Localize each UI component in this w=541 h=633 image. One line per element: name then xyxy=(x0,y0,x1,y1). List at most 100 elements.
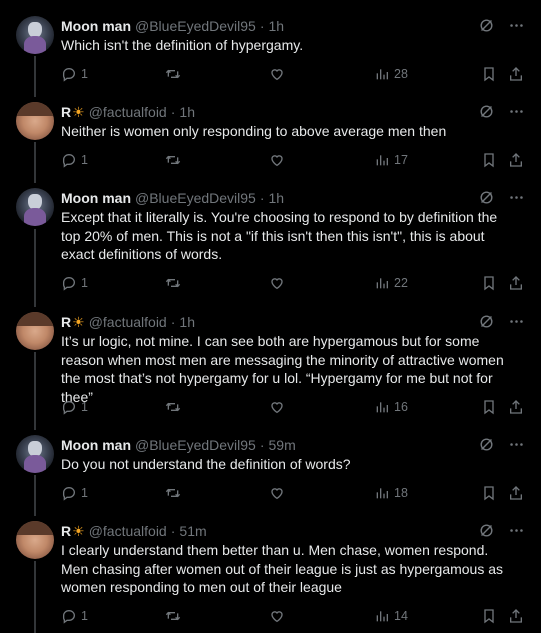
bookmark-button[interactable] xyxy=(481,152,497,168)
views-button[interactable]: 22 xyxy=(374,275,408,291)
like-button[interactable] xyxy=(269,399,285,415)
retweet-button[interactable] xyxy=(165,485,181,501)
display-name[interactable]: Moon man xyxy=(61,190,131,206)
share-button[interactable] xyxy=(508,152,524,168)
timestamp[interactable]: 1h xyxy=(179,314,195,330)
reply-count: 1 xyxy=(81,400,88,414)
like-button[interactable] xyxy=(269,66,285,82)
share-icon xyxy=(510,609,522,623)
tweet-header: Moon man @BlueEyedDevil95 · 1h xyxy=(61,188,525,208)
reply-icon xyxy=(62,153,76,168)
views-icon xyxy=(376,278,388,289)
retweet-button[interactable] xyxy=(165,608,181,624)
user-handle[interactable]: @factualfoid xyxy=(89,104,167,120)
avatar[interactable] xyxy=(16,102,54,140)
separator-dot: · xyxy=(170,523,176,539)
reply-button[interactable]: 1 xyxy=(61,399,88,415)
tweet-text: It’s ur logic, not mine. I can see both … xyxy=(61,333,504,405)
retweet-button[interactable] xyxy=(165,275,181,291)
more-icon[interactable] xyxy=(507,435,525,453)
share-icon xyxy=(510,153,522,167)
display-name[interactable]: R xyxy=(61,104,71,120)
views-count: 16 xyxy=(394,400,408,414)
grok-icon[interactable] xyxy=(477,435,495,453)
share-button[interactable] xyxy=(508,275,524,291)
reply-button[interactable]: 1 xyxy=(61,152,88,168)
share-button[interactable] xyxy=(508,399,524,415)
grok-icon[interactable] xyxy=(477,188,495,206)
like-button[interactable] xyxy=(269,275,285,291)
action-bar: 1 28 xyxy=(61,66,525,86)
retweet-button[interactable] xyxy=(165,152,181,168)
avatar[interactable] xyxy=(16,435,54,473)
reply-button[interactable]: 1 xyxy=(61,66,88,82)
avatar[interactable] xyxy=(16,521,54,559)
display-name[interactable]: R xyxy=(61,314,71,330)
share-button[interactable] xyxy=(508,608,524,624)
bookmark-button[interactable] xyxy=(481,608,497,624)
more-icon[interactable] xyxy=(507,16,525,34)
bookmark-button[interactable] xyxy=(481,485,497,501)
tweet[interactable]: Moon man @BlueEyedDevil95 · 1h Which isn… xyxy=(0,16,541,90)
reply-button[interactable]: 1 xyxy=(61,275,88,291)
retweet-button[interactable] xyxy=(165,399,181,415)
share-button[interactable] xyxy=(508,66,524,82)
reply-thread: Moon man @BlueEyedDevil95 · 1h Which isn… xyxy=(0,0,541,633)
views-button[interactable]: 14 xyxy=(374,608,408,624)
share-button[interactable] xyxy=(508,485,524,501)
timestamp[interactable]: 51m xyxy=(179,523,206,539)
like-button[interactable] xyxy=(269,152,285,168)
bookmark-button[interactable] xyxy=(481,275,497,291)
bookmark-button[interactable] xyxy=(481,399,497,415)
grok-icon[interactable] xyxy=(477,312,495,330)
grok-icon[interactable] xyxy=(477,102,495,120)
avatar[interactable] xyxy=(16,188,54,226)
views-count: 28 xyxy=(394,67,408,81)
retweet-icon xyxy=(165,488,181,498)
reply-button[interactable]: 1 xyxy=(61,485,88,501)
avatar[interactable] xyxy=(16,312,54,350)
avatar[interactable] xyxy=(16,16,54,54)
user-handle[interactable]: @BlueEyedDevil95 xyxy=(135,437,256,453)
views-button[interactable]: 16 xyxy=(374,399,408,415)
tweet[interactable]: R ☀ @factualfoid · 1h It’s ur logic, not… xyxy=(0,312,541,423)
tweet[interactable]: R ☀ @factualfoid · 1h Neither is women o… xyxy=(0,102,541,176)
reply-count: 1 xyxy=(81,276,88,290)
views-icon xyxy=(376,611,388,622)
timestamp[interactable]: 59m xyxy=(269,437,296,453)
bookmark-icon xyxy=(484,67,494,82)
like-button[interactable] xyxy=(269,608,285,624)
user-handle[interactable]: @BlueEyedDevil95 xyxy=(135,190,256,206)
display-name[interactable]: R xyxy=(61,523,71,539)
views-button[interactable]: 28 xyxy=(374,66,408,82)
share-icon xyxy=(510,67,522,81)
more-icon[interactable] xyxy=(507,312,525,330)
more-icon[interactable] xyxy=(507,188,525,206)
tweet[interactable]: Moon man @BlueEyedDevil95 · 59m Do you n… xyxy=(0,435,541,509)
like-button[interactable] xyxy=(269,485,285,501)
display-name[interactable]: Moon man xyxy=(61,18,131,34)
views-button[interactable]: 17 xyxy=(374,152,408,168)
timestamp[interactable]: 1h xyxy=(269,190,285,206)
user-handle[interactable]: @factualfoid xyxy=(89,314,167,330)
user-handle[interactable]: @BlueEyedDevil95 xyxy=(135,18,256,34)
tweet[interactable]: Moon man @BlueEyedDevil95 · 1h Except th… xyxy=(0,188,541,299)
bookmark-button[interactable] xyxy=(481,66,497,82)
display-name[interactable]: Moon man xyxy=(61,437,131,453)
tweet-text: Which isn't the definition of hypergamy. xyxy=(61,37,304,53)
views-count: 22 xyxy=(394,276,408,290)
retweet-button[interactable] xyxy=(165,66,181,82)
sun-emoji-icon: ☀ xyxy=(72,103,85,120)
more-icon[interactable] xyxy=(507,521,525,539)
views-button[interactable]: 18 xyxy=(374,485,408,501)
more-icon[interactable] xyxy=(507,102,525,120)
user-handle[interactable]: @factualfoid xyxy=(89,523,167,539)
retweet-icon xyxy=(165,611,181,621)
timestamp[interactable]: 1h xyxy=(269,18,285,34)
grok-icon[interactable] xyxy=(477,16,495,34)
tweet[interactable]: R ☀ @factualfoid · 51m I clearly underst… xyxy=(0,521,541,632)
bookmark-icon xyxy=(484,276,494,291)
grok-icon[interactable] xyxy=(477,521,495,539)
timestamp[interactable]: 1h xyxy=(179,104,195,120)
reply-button[interactable]: 1 xyxy=(61,608,88,624)
